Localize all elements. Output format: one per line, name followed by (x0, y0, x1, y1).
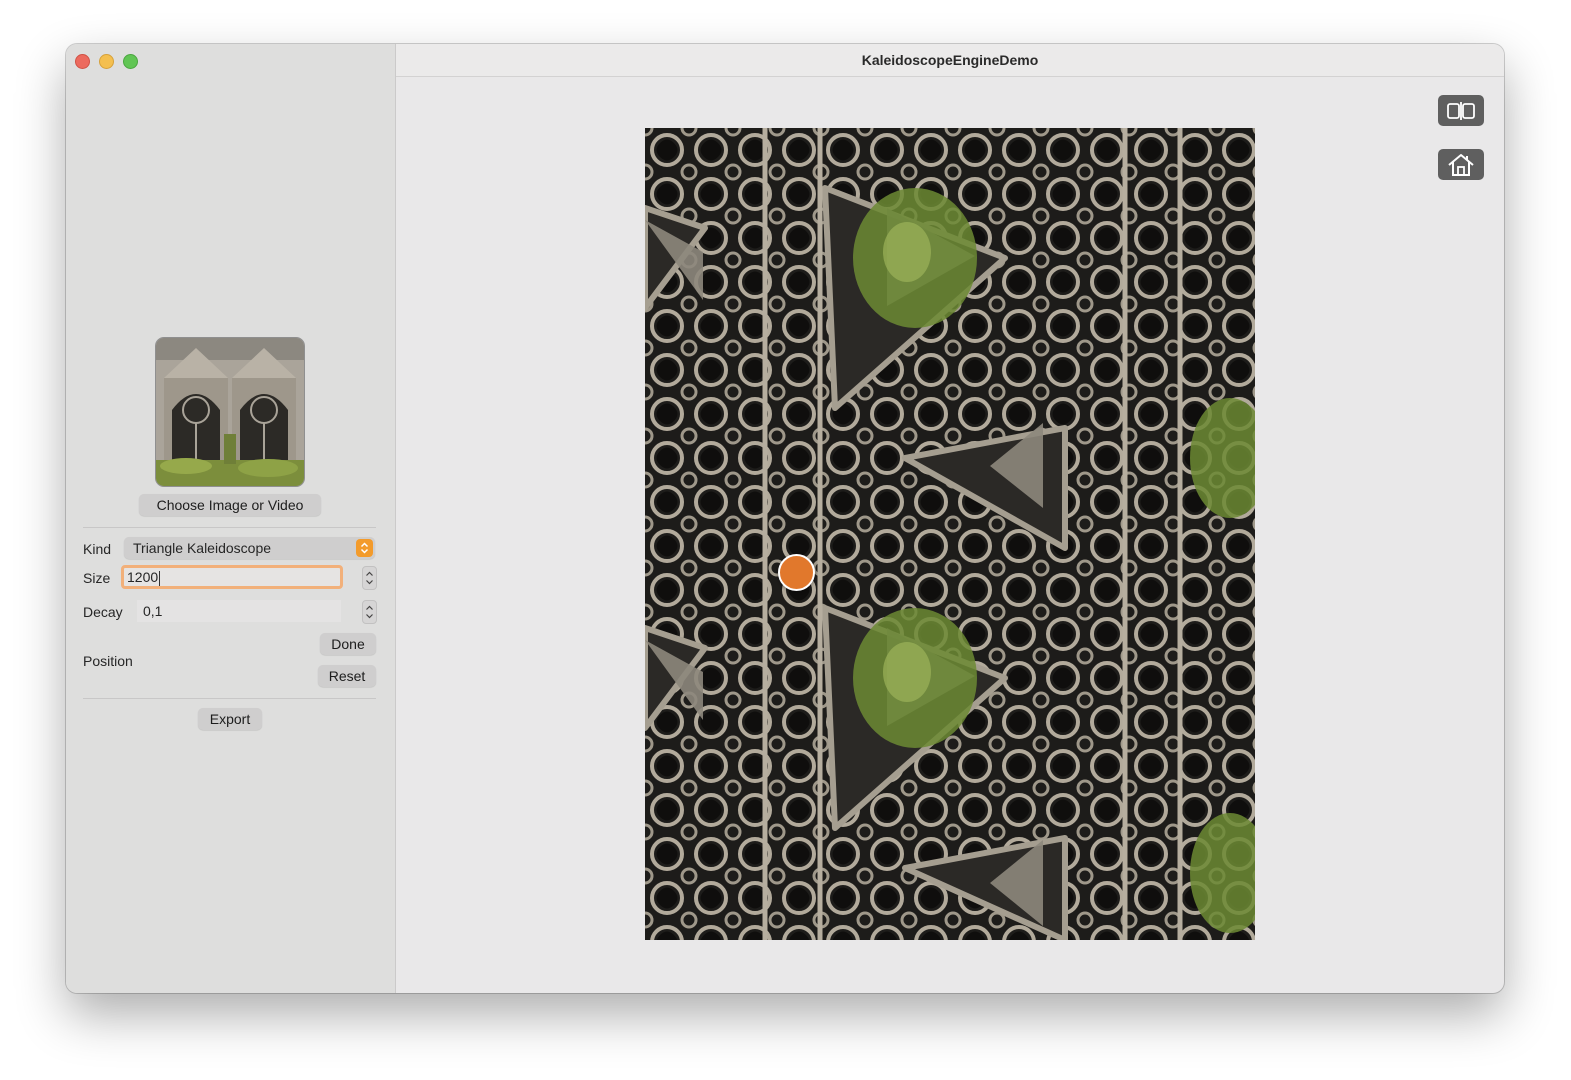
minimize-window-button[interactable] (99, 54, 114, 69)
split-view-button[interactable] (1438, 95, 1484, 126)
choose-image-button[interactable]: Choose Image or Video (139, 494, 321, 516)
decay-label: Decay (83, 604, 123, 620)
done-button[interactable]: Done (320, 633, 376, 655)
reset-button[interactable]: Reset (318, 665, 376, 687)
text-cursor (159, 570, 161, 586)
kind-label: Kind (83, 541, 112, 557)
source-image-thumbnail[interactable] (155, 337, 305, 487)
title-bar: KaleidoscopeEngineDemo (396, 44, 1504, 77)
kaleidoscope-preview[interactable] (645, 128, 1255, 940)
close-window-button[interactable] (75, 54, 90, 69)
window-controls (75, 54, 138, 69)
size-stepper[interactable] (362, 566, 377, 590)
kind-select[interactable]: Triangle Kaleidoscope (124, 537, 375, 559)
sidebar: Choose Image or Video Kind Triangle Kale… (66, 44, 396, 993)
divider (83, 698, 376, 699)
stepper-arrows-icon (366, 605, 373, 619)
stepper-arrows-icon (366, 571, 373, 585)
decay-input[interactable]: 0,1 (137, 600, 341, 622)
export-button[interactable]: Export (198, 708, 262, 730)
size-input[interactable]: 1200 (121, 565, 343, 589)
size-label: Size (83, 570, 111, 586)
kind-select-value: Triangle Kaleidoscope (133, 540, 272, 556)
position-label: Position (83, 653, 133, 669)
divider (83, 527, 376, 528)
position-handle[interactable] (778, 554, 815, 591)
app-window: Choose Image or Video Kind Triangle Kale… (66, 44, 1504, 993)
chevron-up-down-icon (356, 539, 373, 557)
decay-stepper[interactable] (362, 600, 377, 624)
home-icon (1448, 153, 1474, 176)
size-input-value: 1200 (127, 569, 159, 585)
zoom-window-button[interactable] (123, 54, 138, 69)
window-title: KaleidoscopeEngineDemo (861, 52, 1039, 68)
home-button[interactable] (1438, 149, 1484, 180)
split-view-icon (1447, 101, 1475, 120)
